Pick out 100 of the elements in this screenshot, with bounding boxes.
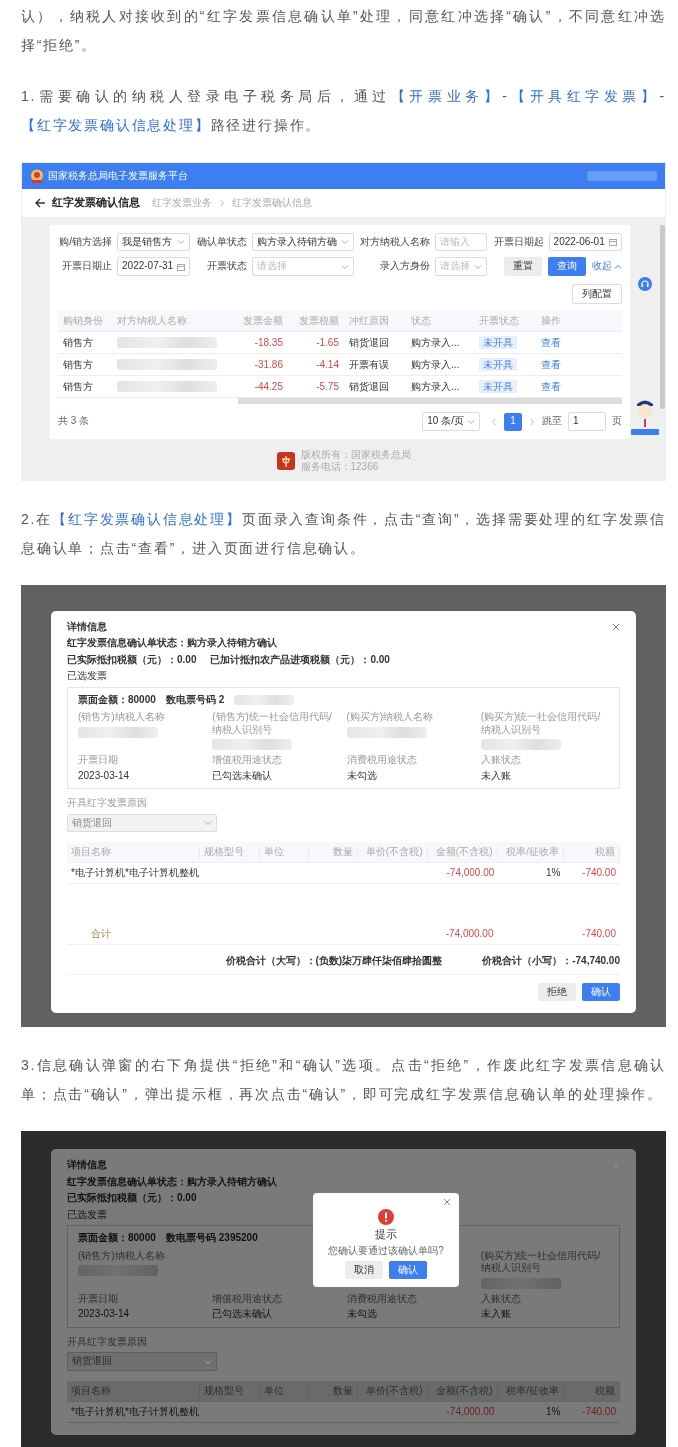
field-label: 增值税用途状态 — [212, 754, 284, 767]
status-tag: 未开具 — [479, 335, 517, 349]
column-header: 单价(不含税) — [357, 846, 428, 859]
link[interactable]: 查看 — [541, 336, 561, 348]
paragraph: 2.在【红字发票确认信息处理】页面录入查询条件，点击“查询”，选择需要处理的红字发票信息确认单；点击“查看”，进入页面进行信息确认。 — [21, 509, 666, 558]
button[interactable]: 确认 — [582, 982, 620, 1002]
invoice-number: 2395200 — [218, 1232, 258, 1245]
section-title: 已选发票 — [67, 1208, 107, 1222]
close-icon — [443, 1198, 451, 1207]
link[interactable]: 【红字发票确认信息处理】 — [52, 510, 242, 527]
chevron-down-icon — [467, 417, 475, 426]
amount-text: 已实际抵扣税额（元）：0.00 — [67, 653, 197, 667]
page-title: 红字发票确认信息 — [52, 196, 140, 210]
button[interactable]: 重置 — [504, 257, 542, 276]
table-cell-text: 1% — [544, 1405, 562, 1418]
chevron-down-icon — [340, 238, 349, 246]
footer-text: 版权所有：国家税务总局 — [300, 448, 411, 461]
column-header: 单位 — [259, 846, 309, 859]
column-header: 开票状态 — [478, 314, 520, 327]
jump-label: 跳至 — [542, 415, 562, 428]
chevron-right-icon — [528, 416, 536, 427]
section-title: 已选发票 — [67, 670, 107, 683]
column-header: 操作 — [540, 314, 562, 327]
field-label: 开票日期起 — [492, 235, 544, 249]
status-text: 红字发票信息确认单状态：购方录入待销方确认 — [67, 1175, 277, 1189]
dialog-title: 提示 — [375, 1228, 397, 1242]
select-field[interactable]: 我是销售方 — [117, 232, 191, 252]
scrollbar[interactable] — [660, 224, 665, 409]
column-header: 冲红原因 — [348, 314, 390, 327]
date-field[interactable]: 2022-07-31 — [117, 257, 191, 276]
table-cell-text: *电子计算机*电子计算机整机 — [70, 867, 200, 880]
table-cell-text: -4.14 — [315, 358, 340, 371]
invoice-number-label: 数电票号码 — [165, 1232, 216, 1245]
chevron-right-icon — [218, 197, 226, 208]
field-label: 确认单状态 — [195, 235, 247, 249]
scrollbar[interactable] — [238, 398, 622, 405]
footer-text: 服务电话：12366 — [300, 461, 380, 474]
collapse-link[interactable]: 收起 — [592, 260, 622, 273]
button[interactable]: 拒绝 — [538, 982, 576, 1002]
date-field[interactable]: 2022-06-01 — [548, 232, 622, 252]
button[interactable]: 查询 — [548, 257, 586, 276]
table-cell-text: -44.25 — [253, 380, 284, 393]
amount-text: 已实际抵扣税额（元）：0.00 — [67, 1192, 197, 1205]
breadcrumb-item[interactable]: 红字发票业务 — [152, 196, 212, 210]
link[interactable]: 【开具红字发票】 — [508, 88, 660, 104]
field-value: 2023-03-14 — [78, 769, 131, 783]
button[interactable]: 确认 — [389, 1260, 427, 1279]
select-field[interactable]: 10 条/页 — [422, 412, 480, 431]
link[interactable]: 【红字发票确认信息处理】 — [21, 117, 211, 133]
table-cell-text: -740.00 — [581, 1405, 617, 1418]
field-label: 入账状态 — [480, 1292, 522, 1306]
table-cell-text: 销售方 — [62, 358, 94, 371]
field-value: 已勾选未确认 — [212, 1308, 274, 1321]
table-cell-text: -740.00 — [581, 867, 617, 880]
input-field[interactable]: 1 — [568, 412, 606, 431]
paragraph: 1.需要确认的纳税人登录电子税务局后，通过【开票业务】-【开具红字发票】- 【红字发票确认信息处理】路径进行操作。 — [21, 87, 666, 135]
logo-icon — [276, 452, 295, 471]
invoice-amount: 票面金额：80000 — [78, 693, 156, 707]
link[interactable]: 查看 — [541, 358, 561, 370]
field-value: 未勾选 — [346, 1308, 378, 1321]
button[interactable]: 列配置 — [572, 283, 622, 305]
dialog-title: 详情信息 — [67, 620, 107, 634]
column-header: 对方纳税人名称 — [116, 314, 188, 327]
field-value: 2023-03-14 — [78, 1308, 131, 1321]
select-field[interactable]: 购方录入待销方确 — [251, 232, 354, 252]
table-cell-text: *电子计算机*电子计算机整机 — [70, 1405, 200, 1418]
status-text: 红字发票信息确认单状态：购方录入待销方确认 — [67, 637, 277, 650]
field-label: 对方纳税人名称 — [359, 235, 431, 249]
chevron-down-icon — [204, 819, 212, 827]
field-label: 开票日期止 — [61, 260, 112, 273]
invoice-amount: 票面金额：80000 — [78, 1232, 156, 1245]
table-cell-text: -74,000.00 — [445, 1405, 496, 1418]
table-cell-text: 销售方 — [62, 336, 94, 349]
status-tag: 未开具 — [479, 357, 517, 371]
column-header: 税率/征收率 — [497, 846, 564, 859]
chevron-down-icon — [340, 262, 349, 271]
link[interactable]: 查看 — [541, 380, 561, 392]
field-label: 入账状态 — [480, 754, 522, 767]
column-header: 规格型号 — [200, 846, 260, 859]
headset-icon — [638, 276, 652, 291]
warning-icon — [378, 1209, 394, 1226]
dialog-title: 详情信息 — [67, 1159, 107, 1172]
table-cell-text: 销货退回 — [348, 380, 390, 393]
page-button[interactable]: 1 — [504, 412, 522, 431]
calendar-icon — [609, 238, 617, 246]
page-label: 页 — [612, 415, 622, 428]
button[interactable]: 取消 — [345, 1260, 383, 1279]
table-cell-text: 购方录入... — [410, 336, 461, 349]
close-icon — [612, 623, 620, 631]
field-label: 开具红字发票原因 — [67, 797, 147, 810]
field-label: (销售方)纳税人名称 — [78, 711, 166, 724]
link[interactable]: 【开票业务】 — [390, 88, 503, 104]
table-cell-text: -31.86 — [253, 358, 284, 371]
amount-text: 已加计抵扣农产品进项税额（元）：0.00 — [210, 653, 390, 667]
field-label: 开票日期 — [78, 1292, 119, 1306]
table-cell-text: 购方录入... — [410, 380, 461, 393]
field-value: 未勾选 — [346, 769, 378, 783]
breadcrumb-item[interactable]: 红字发票确认信息 — [232, 196, 312, 210]
field-label: 消费税用途状态 — [346, 1292, 418, 1306]
table-cell-text: 销货退回 — [348, 336, 390, 349]
